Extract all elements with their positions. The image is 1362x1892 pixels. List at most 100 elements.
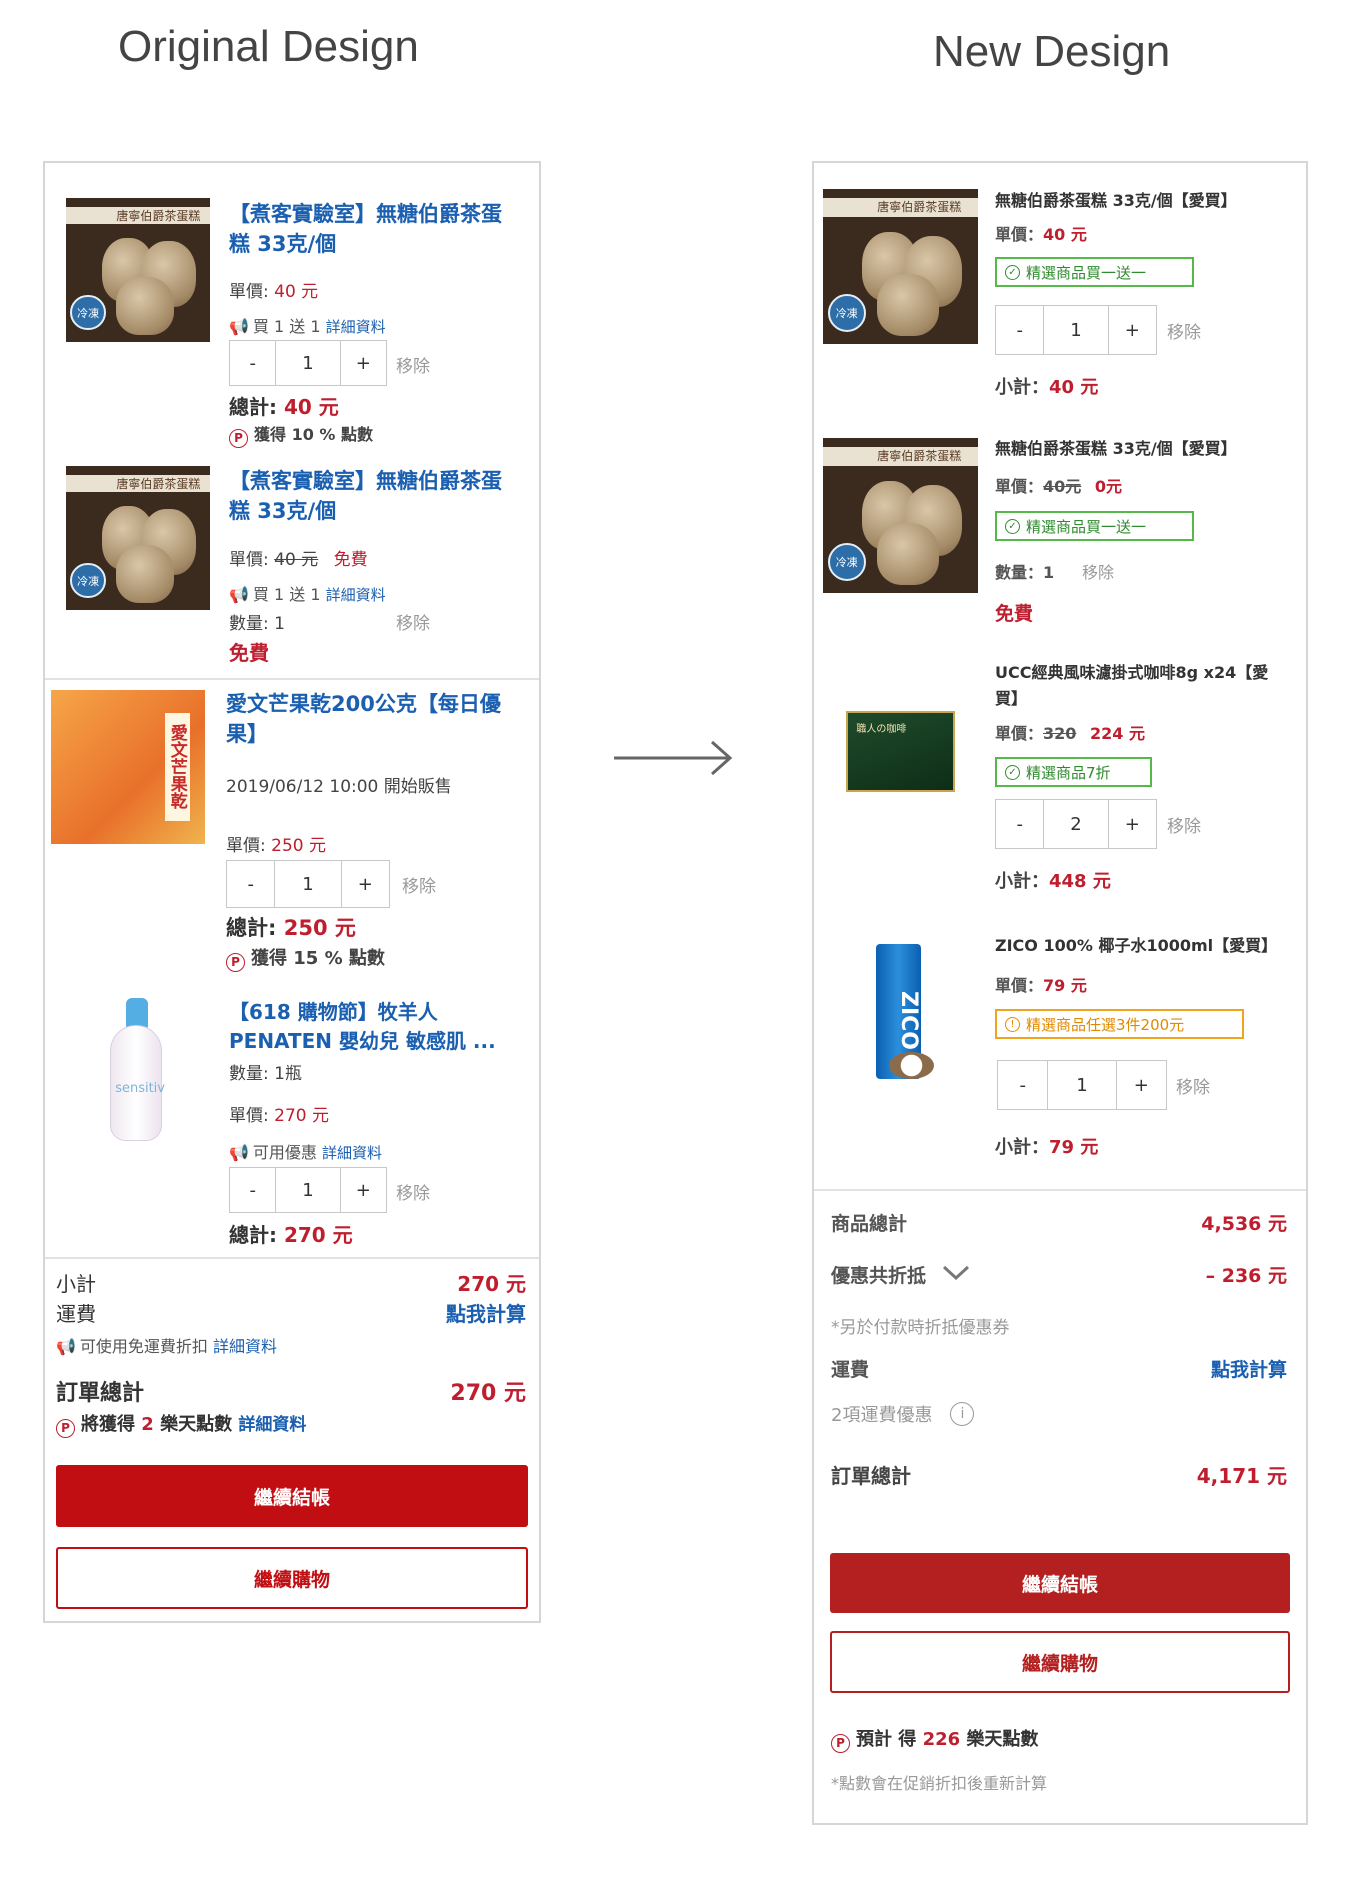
- points-earned: P 獲得 15 % 點數: [226, 944, 385, 972]
- shipping-row: 運費 點我計算: [56, 1298, 526, 1327]
- promo-badge: ✓ 精選商品買一送一: [995, 257, 1194, 287]
- points-details-link[interactable]: 詳細資料: [238, 1415, 306, 1435]
- promo-line: 📢 可用優惠 詳細資料: [229, 1143, 383, 1162]
- quantity-value[interactable]: 1: [274, 861, 342, 907]
- continue-shopping-button[interactable]: 繼續購物: [830, 1631, 1290, 1693]
- quantity-text: 數量：1: [995, 563, 1055, 582]
- product-title-link[interactable]: 【煮客實驗室】無糖伯爵茶蛋糕 33克/個: [229, 199, 509, 260]
- unit-price: 單價: 270 元: [229, 1106, 329, 1126]
- product-title-link[interactable]: 【煮客實驗室】無糖伯爵茶蛋糕 33克/個: [229, 466, 509, 527]
- quantity-stepper: - 1 +: [229, 340, 387, 386]
- quantity-value[interactable]: 1: [275, 1168, 341, 1212]
- increment-button[interactable]: +: [341, 341, 386, 385]
- item-subtotal: 小計：79 元: [995, 1137, 1099, 1158]
- megaphone-icon: 📢: [229, 317, 249, 336]
- order-points: P 將獲得 2 樂天點數 詳細資料: [56, 1410, 306, 1438]
- checkout-button[interactable]: 繼續結帳: [56, 1465, 528, 1527]
- item-total: 總計: 270 元: [229, 1223, 353, 1247]
- product-title-link[interactable]: ZICO 100% 椰子水1000ml【愛買】: [995, 932, 1277, 956]
- remove-button[interactable]: 移除: [1167, 812, 1201, 837]
- quantity-value[interactable]: 1: [1043, 306, 1109, 354]
- shipping-details-link[interactable]: 詳細資料: [213, 1337, 277, 1356]
- unit-price: 單價：40元 0元: [995, 477, 1123, 496]
- shipping-discounts: 2項運費優惠 i: [831, 1401, 975, 1427]
- goods-total-row: 商品總計 4,536 元: [831, 1213, 1287, 1235]
- increment-button[interactable]: +: [1109, 306, 1156, 354]
- sale-start: 2019/06/12 10:00 開始販售: [226, 777, 452, 797]
- remove-button[interactable]: 移除: [396, 352, 430, 377]
- quantity-value[interactable]: 1: [275, 341, 341, 385]
- remove-button[interactable]: 移除: [396, 1179, 430, 1204]
- remove-button[interactable]: 移除: [1167, 318, 1201, 343]
- info-icon[interactable]: i: [950, 1402, 975, 1426]
- chevron-down-icon[interactable]: [942, 1264, 970, 1286]
- product-image-coffee[interactable]: 職人の咖啡: [836, 683, 961, 808]
- decrement-button[interactable]: -: [227, 861, 274, 907]
- checkout-button[interactable]: 繼續結帳: [830, 1553, 1290, 1613]
- decrement-button[interactable]: -: [230, 1168, 275, 1212]
- product-title-link[interactable]: 【618 購物節】牧羊人 PENATEN 嬰幼兒 敏感肌 ...: [229, 998, 519, 1056]
- quantity-value[interactable]: 1: [1047, 1061, 1117, 1109]
- points-note: *點數會在促銷折扣後重新計算: [831, 1774, 1048, 1793]
- quantity-stepper: - 2 +: [995, 799, 1157, 849]
- image-band-label: 唐寧伯爵茶蛋糕: [66, 474, 210, 492]
- remove-button[interactable]: 移除: [1176, 1073, 1210, 1098]
- product-title-link[interactable]: UCC經典風味濾掛式咖啡8g x24【愛買】: [995, 660, 1285, 711]
- promo-details-link[interactable]: 詳細資料: [326, 586, 386, 604]
- item-subtotal: 小計：40 元: [995, 377, 1099, 398]
- promo-details-link[interactable]: 詳細資料: [322, 1144, 382, 1162]
- decrement-button[interactable]: -: [996, 306, 1043, 354]
- continue-shopping-button[interactable]: 繼續購物: [56, 1547, 528, 1609]
- remove-button[interactable]: 移除: [1082, 559, 1114, 583]
- increment-button[interactable]: +: [1109, 800, 1156, 848]
- decrement-button[interactable]: -: [998, 1061, 1047, 1109]
- calc-shipping-link[interactable]: 點我計算: [446, 1298, 526, 1327]
- image-label: 職人の咖啡: [856, 724, 907, 736]
- points-icon: P: [226, 952, 245, 972]
- divider: [45, 678, 539, 680]
- order-total-row: 訂單總計 270 元: [56, 1381, 526, 1406]
- item-subtotal: 小計：448 元: [995, 871, 1111, 892]
- increment-button[interactable]: +: [1117, 1061, 1166, 1109]
- estimated-points: P 預計 得 226 樂天點數: [831, 1725, 1038, 1753]
- product-image-tea-cake[interactable]: 唐寧伯爵茶蛋糕 冷凍: [823, 189, 978, 344]
- product-image-lotion[interactable]: sensitiv: [90, 998, 180, 1148]
- promo-badge: ✓ 精選商品7折: [995, 757, 1152, 787]
- product-title-link[interactable]: 無糖伯爵茶蛋糕 33克/個【愛買】: [995, 187, 1237, 211]
- increment-button[interactable]: +: [341, 1168, 386, 1212]
- image-label: ZICO: [896, 991, 921, 1051]
- quantity-text: 數量: 1瓶: [229, 1064, 302, 1084]
- product-image-tea-cake[interactable]: 唐寧伯爵茶蛋糕 冷凍: [823, 438, 978, 593]
- product-image-tea-cake[interactable]: 唐寧伯爵茶蛋糕 冷凍: [66, 466, 210, 610]
- promo-details-link[interactable]: 詳細資料: [326, 318, 386, 336]
- decrement-button[interactable]: -: [230, 341, 275, 385]
- calc-shipping-link[interactable]: 點我計算: [1211, 1355, 1287, 1382]
- product-title-link[interactable]: 愛文芒果乾200公克【每日優果】: [226, 689, 516, 750]
- decrement-button[interactable]: -: [996, 800, 1043, 848]
- heading-original: Original Design: [118, 22, 419, 71]
- remove-button[interactable]: 移除: [396, 609, 430, 634]
- unit-price: 單價: 250 元: [226, 836, 326, 856]
- frozen-seal: 冷凍: [70, 294, 106, 331]
- divider: [45, 1257, 539, 1259]
- product-title-link[interactable]: 無糖伯爵茶蛋糕 33克/個【愛買】: [995, 435, 1237, 459]
- item-total: 總計: 250 元: [226, 916, 356, 940]
- quantity-stepper: - 1 +: [997, 1060, 1167, 1110]
- remove-button[interactable]: 移除: [402, 872, 436, 897]
- product-image-mango[interactable]: 愛文芒果乾: [51, 690, 205, 844]
- arrow-icon: [612, 738, 736, 778]
- promo-line: 📢 買 1 送 1 詳細資料: [229, 317, 386, 336]
- image-label: sensitiv: [115, 1080, 165, 1096]
- product-image-tea-cake[interactable]: 唐寧伯爵茶蛋糕 冷凍: [66, 198, 210, 342]
- unit-price: 單價: 40 元: [229, 282, 319, 302]
- new-cart-panel: 唐寧伯爵茶蛋糕 冷凍 無糖伯爵茶蛋糕 33克/個【愛買】 單價：40 元 ✓ 精選…: [812, 161, 1308, 1825]
- image-band-label: 唐寧伯爵茶蛋糕: [823, 447, 978, 466]
- increment-button[interactable]: +: [342, 861, 389, 907]
- check-circle-icon: ✓: [1005, 264, 1020, 280]
- unit-price: 單價：40 元: [995, 225, 1087, 244]
- product-image-zico[interactable]: ZICO: [836, 935, 961, 1085]
- points-icon: P: [229, 428, 248, 448]
- quantity-value[interactable]: 2: [1043, 800, 1109, 848]
- order-total-row: 訂單總計 4,171 元: [831, 1464, 1287, 1488]
- quantity-stepper: - 1 +: [229, 1167, 387, 1213]
